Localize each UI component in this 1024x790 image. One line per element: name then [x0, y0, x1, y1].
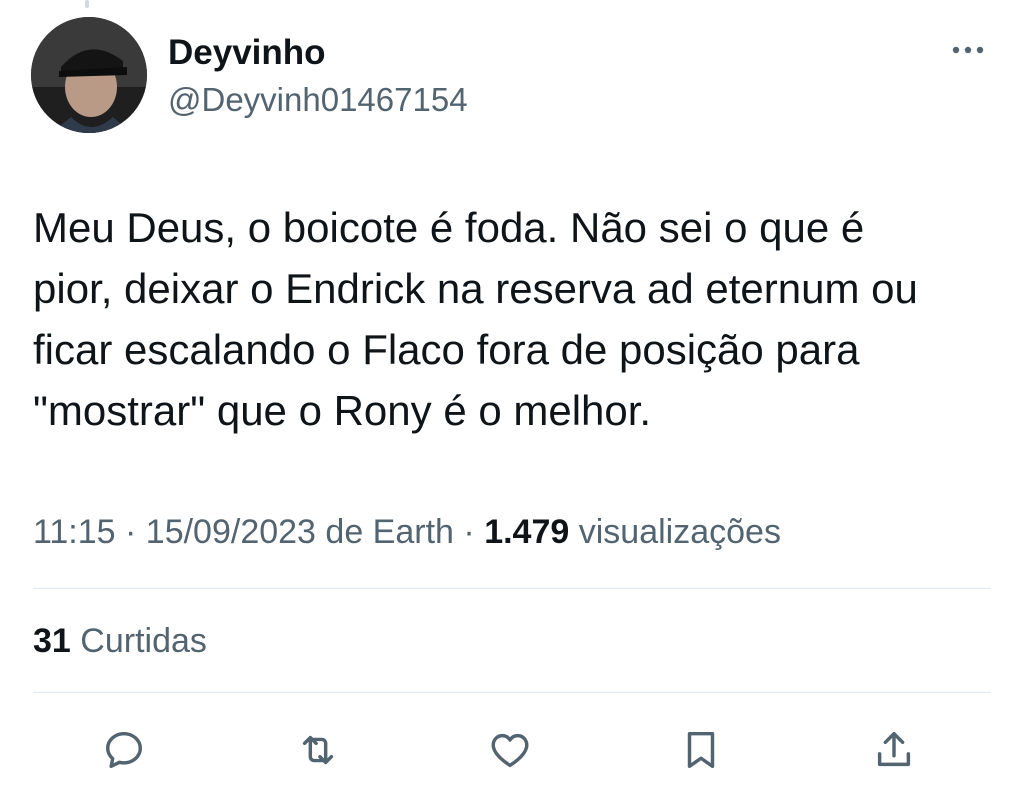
tweet-detail: Deyvinho @Deyvinh01467154 Meu Deus, o bo… — [0, 0, 1024, 790]
display-name[interactable]: Deyvinho — [168, 33, 326, 73]
divider — [33, 692, 991, 693]
share-button[interactable] — [866, 722, 922, 778]
bookmark-button[interactable] — [673, 722, 729, 778]
share-icon — [877, 731, 911, 767]
thread-connector-line — [85, 0, 89, 8]
reply-bubble-icon — [105, 731, 143, 769]
meta-separator: · — [463, 513, 475, 551]
like-button[interactable] — [482, 722, 538, 778]
avatar[interactable] — [31, 17, 147, 133]
likes-label: Curtidas — [80, 622, 207, 660]
bookmark-icon — [687, 731, 715, 769]
retweet-button[interactable] — [290, 722, 346, 778]
tweet-actions-bar — [0, 722, 1024, 778]
tweet-time[interactable]: 11:15 — [33, 513, 116, 551]
likes-summary[interactable]: 31 Curtidas — [33, 621, 207, 661]
tweet-source: de Earth — [325, 513, 454, 551]
tweet-text: Meu Deus, o boicote é foda. Não sei o qu… — [33, 204, 918, 434]
divider — [33, 588, 991, 589]
views-label: visualizações — [578, 513, 781, 551]
more-horizontal-icon[interactable] — [948, 38, 988, 62]
tweet-date[interactable]: 15/09/2023 — [146, 513, 316, 551]
likes-count: 31 — [33, 622, 71, 660]
avatar-photo — [31, 17, 147, 133]
retweet-icon — [302, 735, 334, 765]
heart-icon — [491, 733, 529, 768]
reply-button[interactable] — [96, 722, 152, 778]
views-count: 1.479 — [484, 513, 570, 551]
user-handle[interactable]: @Deyvinh01467154 — [168, 81, 468, 119]
tweet-meta: 11:15 · 15/09/2023 de Earth · 1.479 visu… — [33, 512, 781, 552]
meta-separator: · — [125, 513, 137, 551]
